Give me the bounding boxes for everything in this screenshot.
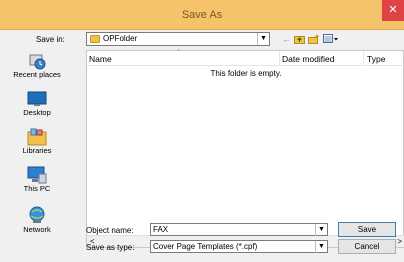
new-folder-icon[interactable] (308, 34, 320, 46)
place-network[interactable]: Network (2, 205, 72, 234)
place-this-pc[interactable]: This PC (2, 166, 72, 193)
up-folder-icon[interactable] (294, 34, 305, 46)
save-in-folder-name: OPFolder (103, 34, 138, 43)
file-list[interactable]: ^ Name Date modified Type This folder is… (86, 49, 404, 248)
column-divider[interactable] (279, 51, 280, 66)
view-menu-icon[interactable] (323, 34, 339, 46)
libraries-icon (27, 128, 47, 146)
object-name-value: FAX (153, 225, 169, 234)
network-icon (29, 206, 45, 223)
title-bar: Save As ✕ (0, 0, 404, 30)
place-label: Libraries (22, 146, 52, 155)
place-label: Desktop (23, 108, 51, 117)
desktop-icon (27, 91, 47, 106)
place-label: Recent places (13, 70, 61, 79)
empty-folder-message: This folder is empty. (210, 69, 282, 78)
sort-ascending-icon: ^ (177, 49, 180, 55)
save-in-label: Save in: (36, 35, 65, 44)
chevron-down-icon[interactable]: ▼ (257, 33, 269, 45)
save-as-type-dropdown[interactable]: Cover Page Templates (*.cpf) ▼ (150, 240, 328, 253)
place-libraries[interactable]: Libraries (2, 128, 72, 155)
save-button[interactable]: Save (338, 222, 396, 237)
column-divider[interactable] (363, 51, 364, 66)
scroll-right-arrow[interactable]: > (397, 236, 402, 247)
this-pc-icon (27, 166, 47, 184)
column-name[interactable]: Name (89, 54, 112, 64)
place-label: This PC (23, 184, 51, 193)
save-as-type-value: Cover Page Templates (*.cpf) (153, 242, 258, 251)
window-title: Save As (181, 9, 223, 21)
chevron-down-icon[interactable]: ▼ (315, 224, 327, 236)
column-type[interactable]: Type (367, 54, 385, 64)
cancel-button[interactable]: Cancel (338, 239, 396, 254)
back-icon[interactable]: ← (282, 34, 291, 44)
place-label: Network (23, 225, 51, 234)
place-desktop[interactable]: Desktop (2, 90, 72, 117)
recent-places-icon (29, 54, 46, 70)
column-header-row: ^ Name Date modified Type (87, 49, 404, 66)
save-as-type-label: Save as type: (86, 243, 135, 252)
column-date-modified[interactable]: Date modified (282, 54, 334, 64)
chevron-down-icon[interactable]: ▼ (315, 241, 327, 253)
save-as-dialog: Save in: OPFolder ▼ ← Recent places Desk… (0, 30, 404, 262)
object-name-label: Object name: (86, 226, 134, 235)
object-name-field[interactable]: FAX ▼ (150, 223, 328, 236)
places-bar: Recent places Desktop Libraries This PC … (2, 50, 82, 248)
close-button[interactable]: ✕ (382, 0, 404, 21)
save-in-dropdown[interactable]: OPFolder ▼ (86, 32, 270, 46)
folder-icon (90, 35, 100, 43)
place-recent-places[interactable]: Recent places (2, 52, 72, 79)
